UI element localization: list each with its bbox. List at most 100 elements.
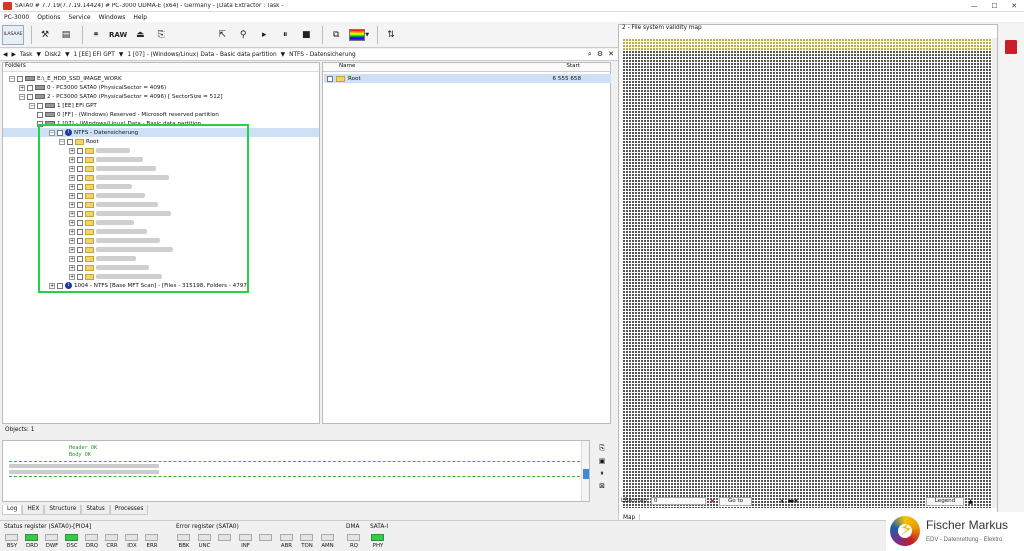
status-register-title: Status register (SATA0)-[PIO4] <box>4 524 92 530</box>
tree-item-drive[interactable]: − E:\_E_HDD_SSD_IMAGE_WORK <box>9 74 122 83</box>
status-led <box>145 534 158 541</box>
highlight-box <box>38 124 249 293</box>
breadcrumb-partition[interactable]: 1 [07] - (Windows/Linux) Data - Basic da… <box>127 52 276 58</box>
breadcrumb-disk[interactable]: Disk2 <box>45 52 61 58</box>
menu-options[interactable]: Options <box>33 14 64 21</box>
book-icon[interactable] <box>1005 40 1017 54</box>
goto-button[interactable]: Go to <box>718 496 753 506</box>
log-divider <box>9 476 585 477</box>
close-button[interactable]: ✕ <box>1011 2 1017 10</box>
column-name[interactable]: Name <box>323 63 523 71</box>
export-icon[interactable]: ⎘ <box>152 25 170 45</box>
status-led-label: BBK <box>178 543 190 549</box>
tree-item-drive[interactable]: − 1 [EE] EFI GPT <box>29 101 97 110</box>
column-start[interactable]: Start <box>523 63 610 71</box>
expand-toggle-icon[interactable]: + <box>19 84 25 91</box>
menu-windows[interactable]: Windows <box>95 14 130 21</box>
validity-map-grid[interactable] <box>622 38 996 508</box>
menu-pc3000[interactable]: PC-3000 <box>0 14 33 21</box>
save-icon[interactable]: ▣ <box>599 457 606 465</box>
tab-structure[interactable]: Structure <box>44 505 82 515</box>
binoculars-icon[interactable]: ⚭ <box>87 25 105 45</box>
menu-help[interactable]: Help <box>129 14 151 21</box>
log-line-redacted <box>9 470 159 474</box>
close-icon[interactable]: ✕ <box>608 50 614 59</box>
collapse-icon[interactable]: ▲ <box>968 498 973 505</box>
tools-icon[interactable]: ⚒ <box>36 25 54 45</box>
tree-checkbox[interactable] <box>17 75 23 82</box>
tab-hex[interactable]: HEX <box>22 505 45 515</box>
color-map-button[interactable]: ▼ <box>348 25 370 45</box>
breadcrumb-dropdown-icon[interactable]: ▼ <box>65 52 69 58</box>
play-icon[interactable]: ▸ <box>255 25 273 45</box>
share-icon[interactable]: ⇱ <box>213 25 231 45</box>
lightning-icon: ⚡ <box>900 519 913 540</box>
minimize-button[interactable]: — <box>971 2 978 10</box>
tape-icon[interactable]: ⏏ <box>131 25 149 45</box>
stop-icon[interactable]: ■ <box>297 25 315 45</box>
tree-item-label: 2 - PC3000 SATA0 (PhysicalSector = 4096)… <box>47 93 223 100</box>
back-button[interactable]: ◀ <box>3 52 7 58</box>
breadcrumb-efi-gpt[interactable]: 1 [EE] EFI GPT <box>74 52 115 58</box>
expand-toggle-icon[interactable]: − <box>19 93 25 100</box>
tree-item-drive[interactable]: − 2 - PC3000 SATA0 (PhysicalSector = 4096… <box>19 92 223 101</box>
map-scrollbar[interactable] <box>992 38 997 508</box>
tree-checkbox[interactable] <box>27 93 33 100</box>
tree-item-label: 1 [EE] EFI GPT <box>57 102 97 109</box>
pause-icon[interactable]: ⏸ <box>276 25 294 45</box>
scooter-icon[interactable]: ⚲ <box>234 25 252 45</box>
status-led <box>320 534 334 541</box>
tab-status[interactable]: Status <box>81 505 110 515</box>
drive-icon <box>35 94 45 99</box>
files-panel: Name Start Root 6 555 658 <box>322 62 611 424</box>
clear-icon[interactable]: ✖ <box>710 498 715 505</box>
copy-icon[interactable]: ⧉ <box>327 25 345 45</box>
view-mode-icon[interactable]: ▬▾ <box>788 497 798 505</box>
breadcrumb-dropdown-icon[interactable]: ▼ <box>281 52 285 58</box>
search-icon[interactable]: ⌕ <box>588 50 592 59</box>
status-led <box>259 534 272 541</box>
expand-toggle-icon[interactable]: − <box>29 102 35 109</box>
status-led <box>300 534 313 541</box>
status-led-label: AMN <box>321 543 334 549</box>
log-scrollbar[interactable] <box>581 441 589 501</box>
maximize-button[interactable]: ☐ <box>991 2 997 10</box>
status-led <box>65 534 78 541</box>
raw-button[interactable]: RAW <box>108 25 128 45</box>
table-row[interactable]: Root 6 555 658 <box>324 74 611 83</box>
settings-icon[interactable]: ⚙ <box>597 50 603 59</box>
utility-logo-button[interactable]: ILASAAE <box>2 24 24 45</box>
status-led <box>105 534 118 541</box>
row-checkbox[interactable] <box>327 75 333 82</box>
breadcrumb-dropdown-icon[interactable]: ▼ <box>119 52 123 58</box>
forward-button[interactable]: ▶ <box>11 52 15 58</box>
breadcrumb-ntfs[interactable]: NTFS - Datensicherung <box>289 52 356 58</box>
menu-service[interactable]: Service <box>64 14 94 21</box>
clear-log-icon[interactable]: ⊠ <box>599 482 605 490</box>
log-side-toolbar: ⎘ ▣ ⏸ ⊠ <box>594 444 610 490</box>
tree-checkbox[interactable] <box>27 84 33 91</box>
status-led <box>25 534 38 541</box>
tree-item-drive[interactable]: 0 [FF] - (Windows) Reserved - Microsoft … <box>37 110 219 119</box>
pause-log-icon[interactable]: ⏸ <box>600 469 604 478</box>
tree-item-drive[interactable]: +0 - PC3000 SATA0 (PhysicalSector = 4096… <box>19 83 166 92</box>
brand-name: Fischer Markus <box>926 518 1009 532</box>
expand-toggle-icon[interactable]: − <box>9 75 15 82</box>
status-led <box>279 534 293 541</box>
tree-checkbox[interactable] <box>37 102 43 109</box>
legend-button[interactable]: Legend <box>925 496 965 506</box>
export-log-icon[interactable]: ⎘ <box>599 444 605 453</box>
tab-log[interactable]: Log <box>2 505 23 515</box>
drive-icon <box>35 85 45 90</box>
folders-header: Folders <box>3 63 319 72</box>
lba-input[interactable]: 0 <box>650 497 706 505</box>
tab-processes[interactable]: Processes <box>109 505 149 515</box>
breadcrumb-dropdown-icon[interactable]: ▼ <box>36 52 40 58</box>
clipboard-icon[interactable]: ▤ <box>57 25 75 45</box>
tree-checkbox[interactable] <box>37 111 43 118</box>
scrollbar-thumb[interactable] <box>583 469 589 479</box>
pause-map-icon[interactable]: ⏸ <box>780 497 784 506</box>
status-led-label: DWF <box>45 543 59 549</box>
breadcrumb-task[interactable]: Task <box>20 52 33 58</box>
sort-icon[interactable]: ⇅ <box>382 25 400 45</box>
